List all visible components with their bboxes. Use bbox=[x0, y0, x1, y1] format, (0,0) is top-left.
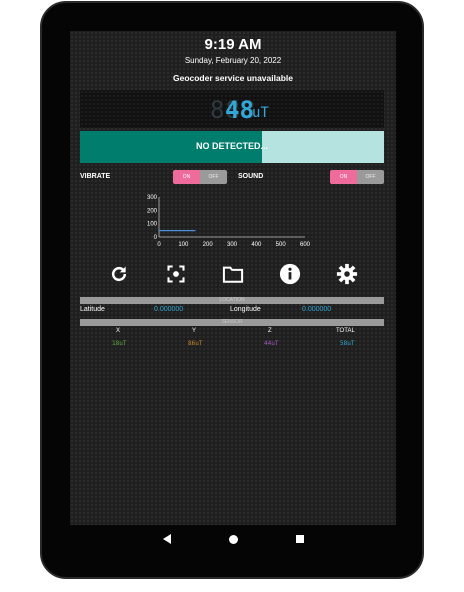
longitude-value: 0.000000 bbox=[302, 306, 332, 313]
sound-toggle[interactable]: ON OFF bbox=[330, 170, 384, 184]
chart-y-tick-label: 200 bbox=[147, 208, 158, 214]
scan-icon[interactable] bbox=[165, 263, 187, 285]
detection-bar: NO DETECTED... bbox=[80, 131, 384, 163]
system-nav-bar bbox=[70, 525, 396, 553]
sensor-col-x: X bbox=[116, 328, 121, 334]
geocoder-status: Geocoder service unavailable bbox=[172, 73, 293, 83]
vibrate-label: VIBRATE bbox=[80, 173, 111, 180]
back-icon[interactable] bbox=[162, 534, 171, 544]
chart-x-tick-label: 0 bbox=[157, 242, 161, 248]
settings-icon[interactable] bbox=[336, 263, 358, 285]
toolbar bbox=[70, 261, 396, 287]
app-screen: 9:19 AM Sunday, February 20, 2022 Geocod… bbox=[70, 31, 396, 525]
magnetic-readout: 888 48 uT bbox=[80, 90, 384, 128]
sensor-z-value: 44uT bbox=[264, 340, 279, 347]
latitude-value: 0.000000 bbox=[154, 306, 184, 313]
chart-x-tick-label: 200 bbox=[203, 242, 214, 248]
recents-icon[interactable] bbox=[295, 535, 304, 543]
info-icon[interactable] bbox=[279, 263, 301, 285]
sensor-col-y: Y bbox=[192, 328, 197, 334]
sound-on-option[interactable]: ON bbox=[330, 170, 357, 184]
sound-off-option[interactable]: OFF bbox=[357, 170, 384, 184]
refresh-icon[interactable] bbox=[108, 263, 130, 285]
sensor-y-value: 86uT bbox=[188, 340, 203, 347]
clock-date: Sunday, February 20, 2022 bbox=[184, 56, 282, 65]
chart-x-tick-label: 500 bbox=[276, 242, 287, 248]
chart-x-tick-label: 600 bbox=[300, 242, 311, 248]
sensor-col-z: Z bbox=[268, 328, 272, 334]
home-icon[interactable] bbox=[228, 534, 238, 544]
latitude-label: Latitude bbox=[80, 306, 105, 313]
sensor-total-value: 58uT bbox=[340, 340, 355, 347]
sensor-values: 18uT 86uT 44uT 58uT bbox=[80, 340, 384, 354]
sensor-columns: X Y Z TOTAL bbox=[80, 328, 384, 338]
sound-label: SOUND bbox=[238, 173, 264, 180]
history-chart: 300 200 100 00 100 200 300 400 500 600 bbox=[147, 195, 311, 248]
chart-x-tick-label: 400 bbox=[251, 242, 262, 248]
chart-x-tick-label: 100 bbox=[178, 242, 189, 248]
longitude-label: Longitude bbox=[230, 306, 261, 313]
chart-x-tick-label: 300 bbox=[227, 242, 238, 248]
vibrate-off-option[interactable]: OFF bbox=[200, 170, 227, 184]
clock-time: 9:19 AM bbox=[204, 36, 262, 53]
folder-icon[interactable] bbox=[222, 263, 244, 285]
vibrate-toggle[interactable]: ON OFF bbox=[173, 170, 227, 184]
sensor-col-total: TOTAL bbox=[336, 328, 355, 334]
readout-unit: uT bbox=[252, 105, 269, 121]
chart-y-tick-label: 100 bbox=[147, 222, 158, 228]
location-header: LOCATION bbox=[80, 297, 384, 304]
readout-value: 48 bbox=[225, 96, 254, 124]
vibrate-on-option[interactable]: ON bbox=[173, 170, 200, 184]
location-row: Latitude 0.000000 Longitude 0.000000 bbox=[80, 306, 384, 316]
sensor-header: SENSOR bbox=[80, 319, 384, 326]
detection-status: NO DETECTED... bbox=[195, 141, 268, 151]
chart-y-tick-label: 300 bbox=[147, 195, 158, 201]
sensor-x-value: 18uT bbox=[112, 340, 127, 347]
chart-y-tick-label: 0 bbox=[154, 235, 158, 241]
